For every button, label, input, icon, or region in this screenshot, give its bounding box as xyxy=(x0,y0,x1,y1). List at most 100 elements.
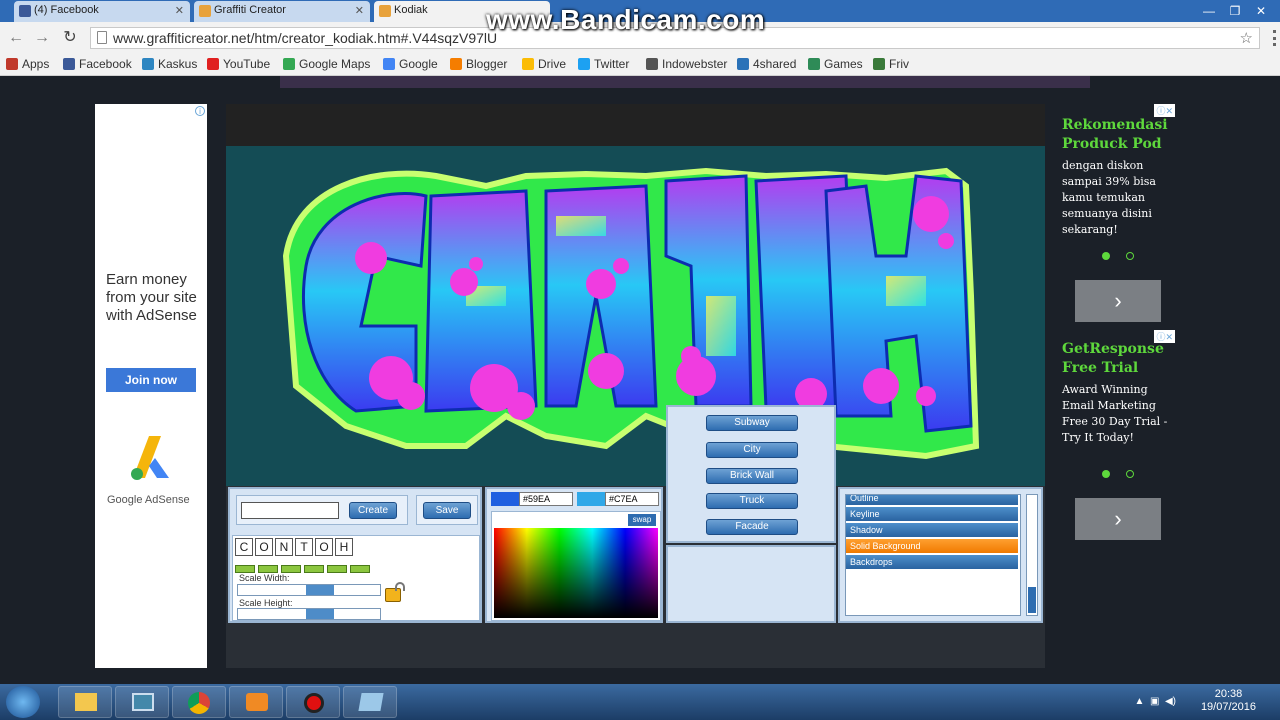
right-ad-1[interactable]: ⓘ✕ Rekomendasi Produck Pod dengan diskon… xyxy=(1062,104,1175,324)
letter-o-button[interactable]: O xyxy=(255,538,273,556)
scale-width-slider[interactable] xyxy=(237,584,381,596)
layers-scrollbar[interactable] xyxy=(1026,494,1038,616)
menu-icon[interactable] xyxy=(1273,30,1276,46)
chrome-icon xyxy=(188,692,210,714)
bookmark-apps[interactable]: Apps xyxy=(6,57,49,71)
window-controls: — ❐ ✕ xyxy=(1196,2,1274,20)
right-ad-2[interactable]: ⓘ✕ GetResponse Free Trial Award Winning … xyxy=(1062,330,1175,550)
background-truck-button[interactable]: Truck xyxy=(706,493,798,509)
next-arrow-button[interactable]: › xyxy=(1075,498,1161,540)
tab-label: Kodiak xyxy=(394,4,428,16)
background-city-button[interactable]: City xyxy=(706,442,798,458)
ad-headline: Earn money from your site with AdSense xyxy=(106,271,197,324)
scale-width-label: Scale Width: xyxy=(239,573,290,583)
minimize-icon[interactable]: — xyxy=(1196,4,1222,18)
bookmark-facebook[interactable]: Facebook xyxy=(63,57,132,71)
monitor-icon xyxy=(132,693,154,711)
color-2-value[interactable]: #C7EA xyxy=(605,492,659,506)
kaskus-icon xyxy=(142,58,154,70)
bookmark-friv[interactable]: Friv xyxy=(873,57,909,71)
bookmark-blogger[interactable]: Blogger xyxy=(450,57,507,71)
scale-height-slider[interactable] xyxy=(237,608,381,620)
ad-title: GetResponse Free Trial xyxy=(1062,341,1164,376)
graffiti-text-input[interactable] xyxy=(241,502,339,519)
taskbar-media[interactable] xyxy=(229,686,283,718)
save-button[interactable]: Save xyxy=(423,502,471,519)
letter-t-button[interactable]: T xyxy=(295,538,313,556)
layer-keyline[interactable]: Keyline xyxy=(846,507,1018,522)
create-button[interactable]: Create xyxy=(349,502,397,519)
background-facade-button[interactable]: Facade xyxy=(706,519,798,535)
layer-solid-background[interactable]: Solid Background xyxy=(846,539,1018,554)
bookmark-kaskus[interactable]: Kaskus xyxy=(142,57,197,71)
color-swatch-2[interactable] xyxy=(577,492,605,506)
taskbar-chrome[interactable] xyxy=(172,686,226,718)
ad-title: Rekomendasi Produck Pod xyxy=(1062,117,1168,152)
carousel-dot[interactable] xyxy=(1126,470,1134,478)
forward-icon[interactable]: → xyxy=(32,28,52,48)
bookmark-indowebster[interactable]: Indowebster xyxy=(646,57,727,71)
creator-top-bar xyxy=(226,104,1045,146)
layer-shadow[interactable]: Shadow xyxy=(846,523,1018,538)
reload-icon[interactable]: ↻ xyxy=(60,28,80,48)
close-icon[interactable]: ✕ xyxy=(175,4,184,17)
media-player-icon xyxy=(246,693,268,711)
tab-facebook[interactable]: (4) Facebook ✕ xyxy=(14,1,190,22)
start-button[interactable] xyxy=(6,686,40,718)
bookmark-google[interactable]: Google xyxy=(383,57,438,71)
background-panel-lower xyxy=(666,545,836,623)
letter-h-button[interactable]: H xyxy=(335,538,353,556)
color-1-value[interactable]: #59EA xyxy=(519,492,573,506)
carousel-dot-active[interactable] xyxy=(1102,252,1110,260)
folder-icon xyxy=(75,693,97,711)
star-icon[interactable]: ☆ xyxy=(1240,29,1253,47)
graffiti-icon xyxy=(199,5,211,17)
background-subway-button[interactable]: Subway xyxy=(706,415,798,431)
scale-width-knob[interactable] xyxy=(306,585,334,595)
join-now-button[interactable]: Join now xyxy=(106,368,196,392)
color-spectrum[interactable] xyxy=(494,528,658,618)
bookmark-twitter[interactable]: Twitter xyxy=(578,57,629,71)
scale-height-knob[interactable] xyxy=(306,609,334,619)
carousel-dot[interactable] xyxy=(1126,252,1134,260)
graffiti-artwork xyxy=(282,167,980,460)
system-clock[interactable]: 20:38 19/07/2016 xyxy=(1201,688,1256,714)
ad-choices-icon[interactable]: ⓘ✕ xyxy=(1154,104,1175,117)
bookmark-google-maps[interactable]: Google Maps xyxy=(283,57,370,71)
facebook-icon xyxy=(19,5,31,17)
layer-outline[interactable]: Outline xyxy=(846,495,1018,506)
bookmark-games[interactable]: Games xyxy=(808,57,863,71)
letter-buttons: CONTOH xyxy=(235,538,355,556)
carousel-dot-active[interactable] xyxy=(1102,470,1110,478)
text-input-group: Create xyxy=(236,495,408,525)
letter-indicator xyxy=(327,565,347,573)
bookmark-youtube[interactable]: YouTube xyxy=(207,57,270,71)
tray-icons[interactable]: ▲ ▣ ◀) xyxy=(1135,696,1176,707)
bookmark-4shared[interactable]: 4shared xyxy=(737,57,796,71)
taskbar-explorer[interactable] xyxy=(58,686,112,718)
swap-button[interactable]: swap xyxy=(628,514,656,526)
letter-c-button[interactable]: C xyxy=(235,538,253,556)
letter-o-button[interactable]: O xyxy=(315,538,333,556)
layer-backdrops[interactable]: Backdrops xyxy=(846,555,1018,570)
background-brick-wall-button[interactable]: Brick Wall xyxy=(706,468,798,484)
taskbar-app[interactable] xyxy=(343,686,397,718)
layers-scroll-thumb[interactable] xyxy=(1028,587,1036,613)
color-swatch-1[interactable] xyxy=(491,492,519,506)
tab-graffiti-creator[interactable]: Graffiti Creator ✕ xyxy=(194,1,370,22)
back-icon[interactable]: ← xyxy=(6,28,26,48)
taskbar-monitor[interactable] xyxy=(115,686,169,718)
lock-shackle xyxy=(395,582,405,591)
next-arrow-button[interactable]: › xyxy=(1075,280,1161,322)
ad-choices-icon[interactable]: ⓘ✕ xyxy=(1154,330,1175,343)
adsense-ad[interactable]: i Earn money from your site with AdSense… xyxy=(95,104,207,668)
close-window-icon[interactable]: ✕ xyxy=(1248,4,1274,18)
ad-info-icon[interactable]: i xyxy=(195,106,205,116)
tab-label: Graffiti Creator xyxy=(214,4,286,16)
taskbar-bandicam[interactable] xyxy=(286,686,340,718)
letter-n-button[interactable]: N xyxy=(275,538,293,556)
close-icon[interactable]: ✕ xyxy=(355,4,364,17)
bookmark-drive[interactable]: Drive xyxy=(522,57,566,71)
taskbar: ▲ ▣ ◀) 20:38 19/07/2016 xyxy=(0,684,1280,720)
maximize-icon[interactable]: ❐ xyxy=(1222,4,1248,18)
